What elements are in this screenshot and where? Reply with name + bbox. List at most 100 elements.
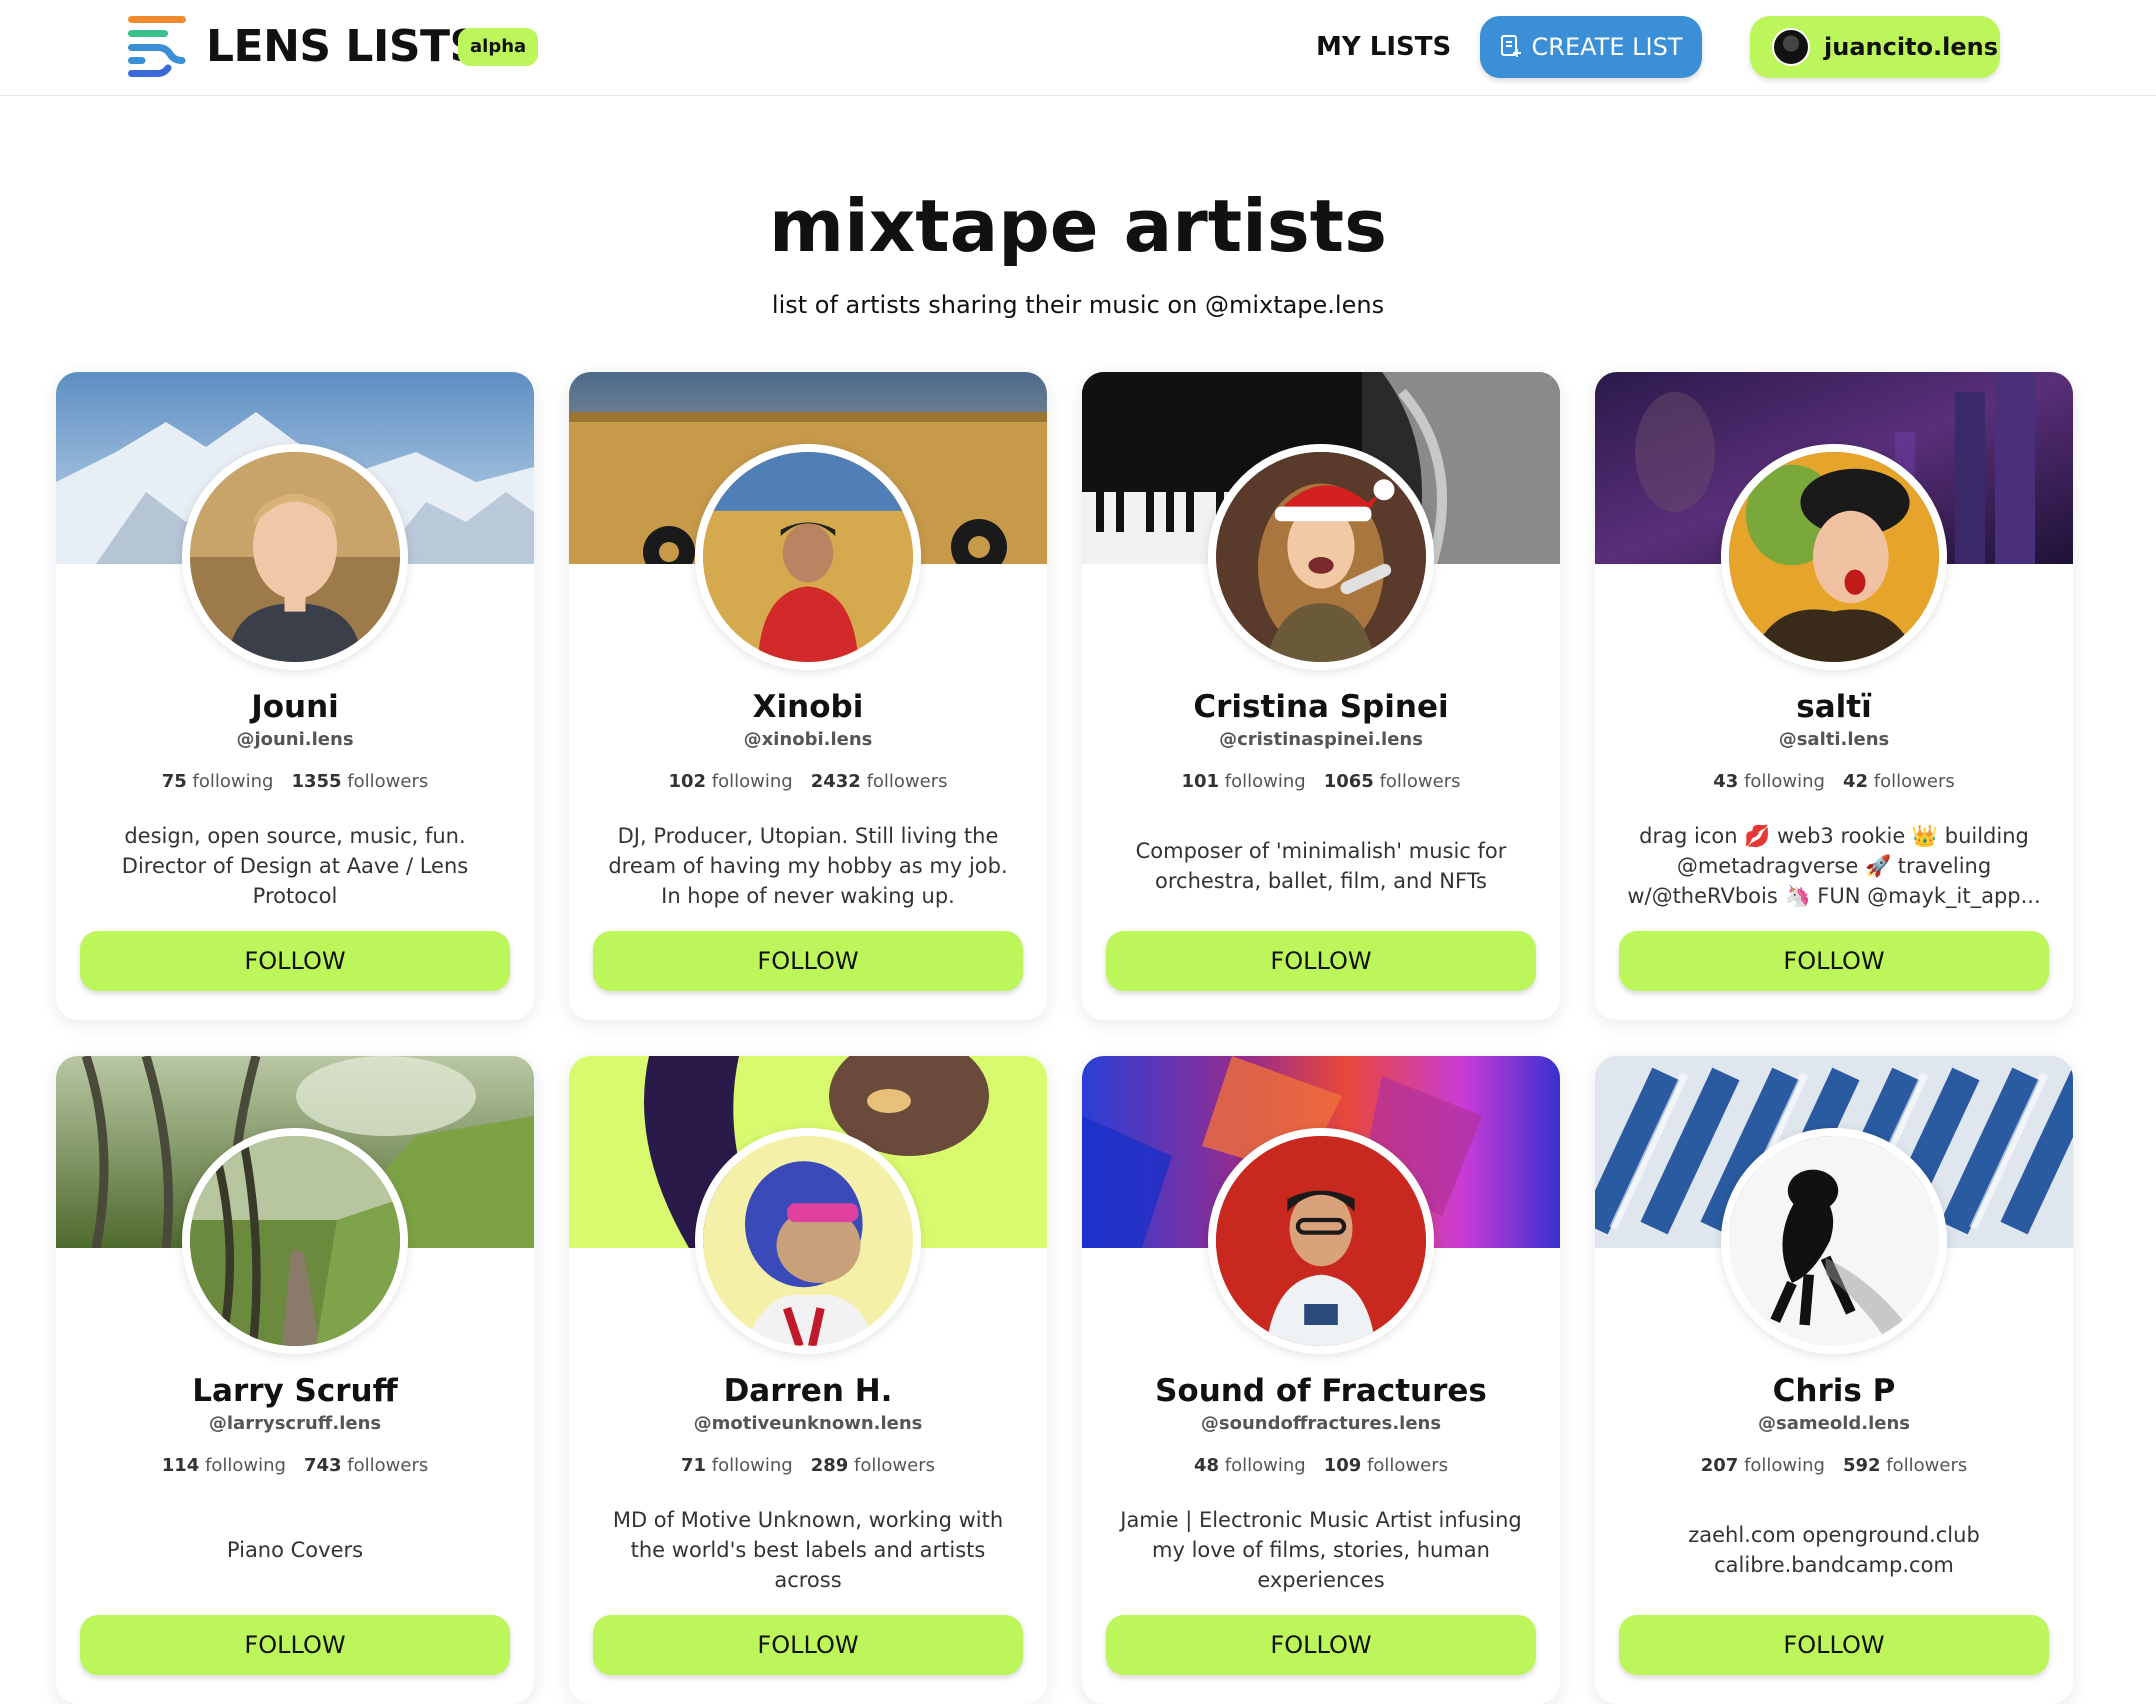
profile-stats: 102 following 2432 followers (569, 769, 1047, 795)
profile-handle[interactable]: @sameold.lens (1595, 1411, 2073, 1437)
profile-bio: design, open source, music, fun. Directo… (86, 820, 504, 912)
follow-button[interactable]: FOLLOW (80, 1615, 510, 1675)
my-lists-link[interactable]: MY LISTS (1316, 28, 1451, 66)
dog-portrait-icon (1729, 1136, 1939, 1346)
profile-handle[interactable]: @soundoffractures.lens (1082, 1411, 1560, 1437)
profile-stats: 75 following 1355 followers (56, 769, 534, 795)
create-list-icon (1500, 35, 1521, 57)
portrait-icon (1216, 452, 1426, 662)
profile-bio: Piano Covers (86, 1504, 504, 1596)
follow-button[interactable]: FOLLOW (1106, 1615, 1536, 1675)
portrait-icon (703, 452, 913, 662)
profile-name[interactable]: Xinobi (569, 688, 1047, 726)
following-label: following (205, 1455, 286, 1476)
user-handle: juancito.lens (1824, 33, 1998, 61)
profile-card: saltï @salti.lens 43 following 42 followe… (1595, 372, 2073, 1020)
list-description: list of artists sharing their music on @… (771, 291, 1385, 319)
following-label: following (1744, 771, 1825, 792)
following-count: 71 (681, 1455, 707, 1476)
follow-button[interactable]: FOLLOW (593, 931, 1023, 991)
profile-bio-text: MD of Motive Unknown, working with the w… (612, 1508, 1004, 1592)
profile-name[interactable]: Larry Scruff (56, 1372, 534, 1410)
following-label: following (1224, 771, 1306, 792)
profile-stats: 207 following 592 followers (1595, 1453, 2073, 1479)
followers-count: 743 (303, 1455, 342, 1476)
followers-count: 2432 (810, 771, 861, 792)
profile-card: Jouni @jouni.lens 75 following 1355 follo… (56, 372, 534, 1020)
alpha-badge: alpha (458, 28, 539, 66)
profile-name[interactable]: Chris P (1595, 1372, 2073, 1410)
follow-button[interactable]: FOLLOW (1619, 931, 2049, 991)
profile-card: Larry Scruff @larryscruff.lens 114 follo… (56, 1056, 534, 1704)
following-count: 207 (1700, 1455, 1739, 1476)
portrait-icon (703, 1136, 913, 1346)
profile-bio-text: Jamie | Electronic Music Artist infusing… (1120, 1508, 1522, 1592)
follow-button[interactable]: FOLLOW (80, 931, 510, 991)
profile-card: Sound of Fractures @soundoffractures.len… (1082, 1056, 1560, 1704)
profile-handle[interactable]: @cristinaspinei.lens (1082, 727, 1560, 753)
follow-button[interactable]: FOLLOW (1106, 931, 1536, 991)
profile-avatar[interactable] (182, 1128, 408, 1354)
profile-card: Chris P @sameold.lens 207 following 592 f… (1595, 1056, 2073, 1704)
profile-bio-text: Piano Covers (226, 1538, 364, 1562)
profile-handle[interactable]: @jouni.lens (56, 727, 534, 753)
profile-name[interactable]: Darren H. (569, 1372, 1047, 1410)
brand-name[interactable]: LENS LISTS (206, 22, 481, 72)
profile-avatar[interactable] (695, 1128, 921, 1354)
following-label: following (1224, 1455, 1306, 1476)
profile-stats: 101 following 1065 followers (1082, 769, 1560, 795)
following-label: following (711, 1455, 793, 1476)
profile-bio: DJ, Producer, Utopian. Still living the … (599, 820, 1017, 912)
lens-lists-logo-icon[interactable] (128, 16, 188, 78)
profile-stats: 114 following 743 followers (56, 1453, 534, 1479)
following-count: 101 (1181, 771, 1220, 792)
followers-count: 1355 (291, 771, 342, 792)
portrait-icon (1729, 452, 1939, 662)
profile-card: Xinobi @xinobi.lens 102 following 2432 fo… (569, 372, 1047, 1020)
followers-label: followers (1886, 1455, 1968, 1476)
profile-handle[interactable]: @salti.lens (1595, 727, 2073, 753)
profile-card: Darren H. @motiveunknown.lens 71 followi… (569, 1056, 1047, 1704)
follow-button[interactable]: FOLLOW (1619, 1615, 2049, 1675)
user-profile-button[interactable]: juancito.lens (1750, 16, 2000, 78)
profile-avatar[interactable] (695, 444, 921, 670)
profile-handle[interactable]: @motiveunknown.lens (569, 1411, 1047, 1437)
profile-name[interactable]: Cristina Spinei (1082, 688, 1560, 726)
profile-avatar[interactable] (1208, 1128, 1434, 1354)
followers-label: followers (347, 771, 429, 792)
following-label: following (711, 771, 793, 792)
profile-bio: drag icon 💋 web3 rookie 👑 building @meta… (1625, 820, 2043, 912)
profile-stats: 48 following 109 followers (1082, 1453, 1560, 1479)
profile-bio-text: drag icon 💋 web3 rookie 👑 building @meta… (1627, 824, 2041, 908)
followers-count: 1065 (1323, 771, 1374, 792)
portrait-icon (190, 1136, 400, 1346)
profile-avatar[interactable] (1208, 444, 1434, 670)
followers-count: 42 (1842, 771, 1869, 792)
profile-handle[interactable]: @xinobi.lens (569, 727, 1047, 753)
followers-label: followers (854, 1455, 935, 1476)
followers-label: followers (1367, 1455, 1448, 1476)
portrait-icon (190, 452, 400, 662)
profile-name[interactable]: saltï (1595, 688, 2073, 726)
profile-bio: Jamie | Electronic Music Artist infusing… (1112, 1504, 1530, 1596)
create-list-button[interactable]: CREATE LIST (1480, 16, 1702, 78)
profile-handle[interactable]: @larryscruff.lens (56, 1411, 534, 1437)
profile-avatar[interactable] (1721, 444, 1947, 670)
list-title: mixtape artists (769, 184, 1387, 268)
profile-avatar[interactable] (1721, 1128, 1947, 1354)
followers-count: 109 (1323, 1455, 1362, 1476)
followers-count: 592 (1842, 1455, 1881, 1476)
profile-stats: 71 following 289 followers (569, 1453, 1047, 1479)
profile-stats: 43 following 42 followers (1595, 769, 2073, 795)
profile-name[interactable]: Sound of Fractures (1082, 1372, 1560, 1410)
followers-label: followers (1873, 771, 1955, 792)
user-avatar (1772, 28, 1810, 66)
following-count: 114 (161, 1455, 200, 1476)
profile-bio-text: Composer of 'minimalish' music for orche… (1135, 839, 1507, 893)
following-label: following (192, 771, 274, 792)
create-list-label: CREATE LIST (1531, 33, 1683, 61)
profile-avatar[interactable] (182, 444, 408, 670)
profile-name[interactable]: Jouni (56, 688, 534, 726)
profile-bio: MD of Motive Unknown, working with the w… (599, 1504, 1017, 1596)
follow-button[interactable]: FOLLOW (593, 1615, 1023, 1675)
